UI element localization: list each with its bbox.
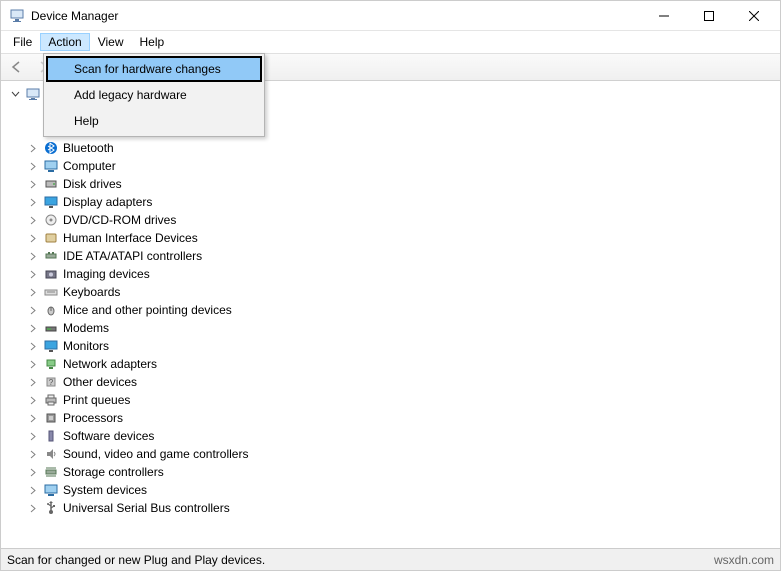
chevron-right-icon[interactable]	[27, 396, 39, 405]
menu-add-legacy[interactable]: Add legacy hardware	[46, 82, 262, 108]
printer-icon	[43, 392, 59, 408]
tree-node[interactable]: Mice and other pointing devices	[9, 301, 780, 319]
tree-node[interactable]: Sound, video and game controllers	[9, 445, 780, 463]
chevron-right-icon[interactable]	[27, 360, 39, 369]
menu-help-item[interactable]: Help	[46, 108, 262, 134]
tree-node[interactable]: Print queues	[9, 391, 780, 409]
close-button[interactable]	[731, 2, 776, 30]
camera-icon	[43, 266, 59, 282]
modem-icon	[43, 320, 59, 336]
tree-node[interactable]: Universal Serial Bus controllers	[9, 499, 780, 517]
usb-icon	[43, 500, 59, 516]
chevron-right-icon[interactable]	[27, 216, 39, 225]
chevron-right-icon[interactable]	[27, 144, 39, 153]
tree-node[interactable]: ? Other devices	[9, 373, 780, 391]
chevron-right-icon[interactable]	[27, 486, 39, 495]
computer-icon	[43, 158, 59, 174]
status-right: wsxdn.com	[714, 553, 774, 567]
back-button[interactable]	[5, 55, 29, 79]
chevron-right-icon[interactable]	[27, 180, 39, 189]
menu-view[interactable]: View	[90, 33, 132, 51]
window-title: Device Manager	[31, 9, 641, 23]
processor-icon	[43, 410, 59, 426]
minimize-button[interactable]	[641, 2, 686, 30]
chevron-right-icon[interactable]	[27, 288, 39, 297]
chevron-right-icon[interactable]	[27, 432, 39, 441]
menubar: File Action View Help	[1, 31, 780, 53]
chevron-right-icon[interactable]	[27, 378, 39, 387]
titlebar: Device Manager	[1, 1, 780, 31]
network-icon	[43, 356, 59, 372]
chevron-right-icon[interactable]	[27, 270, 39, 279]
chevron-down-icon[interactable]	[9, 90, 21, 99]
tree-node[interactable]: Human Interface Devices	[9, 229, 780, 247]
chevron-right-icon[interactable]	[27, 198, 39, 207]
status-text: Scan for changed or new Plug and Play de…	[7, 553, 714, 567]
keyboard-icon	[43, 284, 59, 300]
window-controls	[641, 2, 776, 30]
tree-node[interactable]: Computer	[9, 157, 780, 175]
menu-file[interactable]: File	[5, 33, 40, 51]
maximize-button[interactable]	[686, 2, 731, 30]
chevron-right-icon[interactable]	[27, 306, 39, 315]
computer-icon	[25, 86, 41, 102]
menu-help[interactable]: Help	[132, 33, 173, 51]
menu-action[interactable]: Action	[40, 33, 89, 51]
tree-node[interactable]: Display adapters	[9, 193, 780, 211]
device-tree[interactable]: Batteries Bluetooth Computer Disk drives…	[1, 81, 780, 548]
tree-node[interactable]: Software devices	[9, 427, 780, 445]
chevron-right-icon[interactable]	[27, 324, 39, 333]
tree-node[interactable]: DVD/CD-ROM drives	[9, 211, 780, 229]
tree-node[interactable]: Disk drives	[9, 175, 780, 193]
tree-node[interactable]: Keyboards	[9, 283, 780, 301]
dvd-icon	[43, 212, 59, 228]
chevron-right-icon[interactable]	[27, 342, 39, 351]
disk-icon	[43, 176, 59, 192]
chevron-right-icon[interactable]	[27, 234, 39, 243]
chevron-right-icon[interactable]	[27, 504, 39, 513]
tree-node[interactable]: System devices	[9, 481, 780, 499]
svg-text:?: ?	[49, 378, 54, 387]
display-icon	[43, 194, 59, 210]
software-icon	[43, 428, 59, 444]
chevron-right-icon[interactable]	[27, 162, 39, 171]
menu-scan-hardware[interactable]: Scan for hardware changes	[46, 56, 262, 82]
tree-node[interactable]: Imaging devices	[9, 265, 780, 283]
tree-node[interactable]: Network adapters	[9, 355, 780, 373]
monitor-icon	[43, 338, 59, 354]
system-icon	[43, 482, 59, 498]
tree-node[interactable]: IDE ATA/ATAPI controllers	[9, 247, 780, 265]
ide-icon	[43, 248, 59, 264]
storage-icon	[43, 464, 59, 480]
statusbar: Scan for changed or new Plug and Play de…	[1, 548, 780, 570]
action-dropdown: Scan for hardware changes Add legacy har…	[43, 53, 265, 137]
tree-node[interactable]: Processors	[9, 409, 780, 427]
tree-node[interactable]: Modems	[9, 319, 780, 337]
chevron-right-icon[interactable]	[27, 468, 39, 477]
tree-node[interactable]: Bluetooth	[9, 139, 780, 157]
chevron-right-icon[interactable]	[27, 414, 39, 423]
other-device-icon: ?	[43, 374, 59, 390]
tree-node[interactable]: Monitors	[9, 337, 780, 355]
device-manager-icon	[9, 8, 25, 24]
bluetooth-icon	[43, 140, 59, 156]
chevron-right-icon[interactable]	[27, 450, 39, 459]
chevron-right-icon[interactable]	[27, 252, 39, 261]
mouse-icon	[43, 302, 59, 318]
tree-node[interactable]: Storage controllers	[9, 463, 780, 481]
sound-icon	[43, 446, 59, 462]
hid-icon	[43, 230, 59, 246]
